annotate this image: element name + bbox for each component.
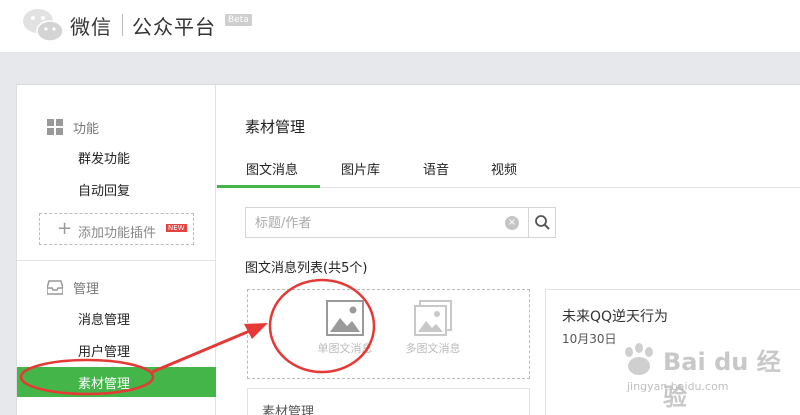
wechat-logo-icon[interactable] — [21, 6, 65, 44]
sidebar-item-label: 群发功能 — [78, 152, 131, 167]
brand-name[interactable]: 微信 — [70, 11, 112, 40]
sidebar-item-user-manage[interactable]: 用户管理 — [17, 335, 216, 365]
sidebar-item-label: 素材管理 — [78, 377, 131, 392]
tab-news[interactable]: 图文消息 — [246, 159, 298, 178]
article-title: 素材管理 — [262, 405, 315, 415]
article-date: 10月30日 — [562, 332, 617, 346]
news-list-count: 图文消息列表(共5个) — [245, 261, 368, 276]
images-stack-icon — [414, 300, 452, 336]
paw-icon — [625, 343, 653, 375]
tab-bar: 图文消息 图片库 语音 视频 — [217, 147, 800, 188]
sidebar-item-mass-send[interactable]: 群发功能 — [17, 142, 216, 172]
search-icon[interactable] — [529, 208, 556, 237]
create-option-label: 单图文消息 — [317, 342, 373, 355]
beta-badge: Beta — [225, 14, 252, 26]
add-plugin-label: 添加功能插件 — [78, 226, 157, 241]
sidebar-item-material-manage[interactable]: 素材管理 — [17, 367, 216, 397]
article-title[interactable]: 未来QQ逆天行为 — [562, 306, 668, 326]
page-title: 素材管理 — [245, 118, 306, 136]
create-option-label: 多图文消息 — [405, 342, 461, 355]
watermark-logo-text: Bai du 经验 — [663, 348, 781, 411]
search-input[interactable] — [255, 214, 495, 232]
sidebar-section-title: 管理 — [73, 282, 100, 297]
clear-icon[interactable]: × — [505, 216, 519, 230]
watermark: Bai du 经验 jingyan.baidu.com — [615, 340, 795, 411]
sidebar-item-label: 用户管理 — [78, 345, 131, 360]
tab-image-library[interactable]: 图片库 — [341, 159, 380, 178]
tab-voice[interactable]: 语音 — [423, 159, 449, 178]
image-icon — [326, 300, 364, 336]
create-single-news-button[interactable]: 单图文消息 — [300, 300, 390, 370]
sidebar-section-function: 功能 — [17, 114, 216, 140]
sidebar-item-label: 自动回复 — [78, 184, 131, 199]
sidebar-item-auto-reply[interactable]: 自动回复 — [17, 174, 216, 204]
sidebar-divider — [17, 260, 216, 261]
grid-icon — [47, 119, 63, 135]
inbox-icon — [47, 280, 63, 295]
new-badge: NEW — [166, 224, 187, 232]
sidebar: 功能 群发功能 自动回复 + 添加功能插件 NEW 管理 消息管理 用户管理 素… — [17, 85, 216, 415]
plus-icon: + — [57, 218, 73, 239]
add-plugin-button[interactable]: + 添加功能插件 NEW — [39, 213, 194, 245]
tab-video[interactable]: 视频 — [491, 159, 517, 178]
search-box: × — [245, 207, 556, 238]
sidebar-item-label: 消息管理 — [78, 313, 131, 328]
sidebar-section-manage: 管理 — [17, 274, 216, 300]
active-tab-indicator — [217, 185, 320, 188]
article-card-second[interactable]: 素材管理 — [247, 388, 530, 415]
watermark-url: jingyan.baidu.com — [627, 380, 729, 393]
product-name: 公众平台 — [132, 15, 216, 39]
top-header: 微信 公众平台 Beta — [0, 0, 800, 52]
sidebar-section-title: 功能 — [73, 122, 100, 137]
brand-divider — [122, 14, 123, 36]
create-news-box: 单图文消息 多图文消息 — [247, 289, 530, 379]
create-multi-news-button[interactable]: 多图文消息 — [388, 300, 478, 370]
sidebar-item-message-manage[interactable]: 消息管理 — [17, 303, 216, 333]
